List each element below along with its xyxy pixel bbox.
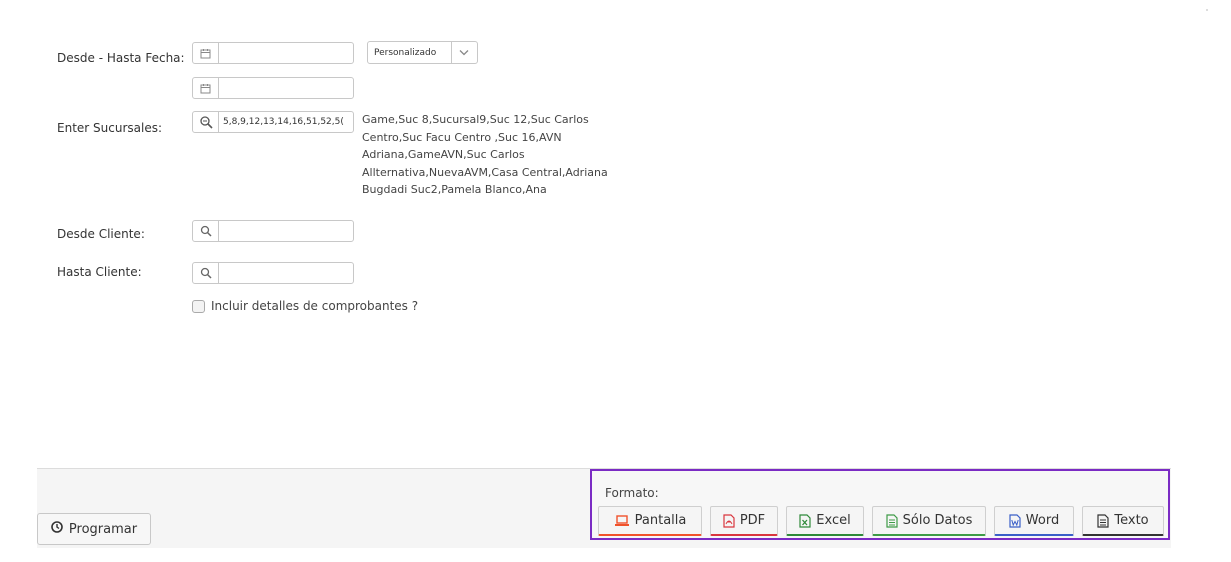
format-data-only-button[interactable]: Sólo Datos [872, 506, 986, 536]
branches-names-text: Game,Suc 8,Sucursal9,Suc 12,Suc Carlos C… [362, 113, 608, 196]
client-to-input[interactable] [219, 264, 353, 282]
date-to-input[interactable] [219, 79, 353, 97]
search-icon[interactable] [193, 221, 219, 241]
text-file-icon [1097, 513, 1109, 528]
date-from-field[interactable] [192, 42, 354, 64]
include-details-label: Incluir detalles de comprobantes ? [211, 299, 419, 313]
format-screen-label: Pantalla [634, 513, 687, 528]
format-screen-button[interactable]: Pantalla [598, 506, 702, 536]
include-details-row[interactable]: Incluir detalles de comprobantes ? [192, 299, 418, 313]
client-to-label: Hasta Cliente: [57, 265, 142, 279]
format-pdf-label: PDF [739, 513, 766, 528]
search-plus-icon[interactable] [193, 112, 219, 132]
schedule-button[interactable]: Programar [37, 513, 151, 545]
format-text-label: Texto [1114, 513, 1149, 528]
pdf-file-icon [723, 513, 735, 528]
client-from-field[interactable] [192, 220, 354, 242]
clock-icon [51, 521, 63, 537]
format-panel: Formato: Pantalla PDF Excel Sólo Datos W… [590, 469, 1170, 540]
include-details-checkbox[interactable] [192, 299, 205, 313]
format-word-label: Word [1025, 513, 1060, 528]
format-text-button[interactable]: Texto [1082, 506, 1164, 536]
format-label: Formato: [605, 486, 659, 500]
format-excel-label: Excel [816, 513, 851, 528]
data-file-icon [886, 513, 898, 528]
calendar-icon [193, 78, 219, 98]
client-to-field[interactable] [192, 262, 354, 284]
branches-input[interactable] [219, 113, 353, 131]
client-from-label: Desde Cliente: [57, 227, 145, 241]
corner-dot [1206, 9, 1208, 11]
period-select-value: Personalizado [374, 47, 437, 58]
calendar-icon [193, 43, 219, 63]
branches-field[interactable] [192, 111, 354, 133]
date-to-field[interactable] [192, 77, 354, 99]
schedule-button-label: Programar [68, 521, 138, 537]
client-from-input[interactable] [219, 222, 353, 240]
laptop-icon [614, 514, 630, 527]
date-from-input[interactable] [219, 44, 353, 62]
format-excel-button[interactable]: Excel [786, 506, 864, 536]
format-pdf-button[interactable]: PDF [710, 506, 778, 536]
excel-file-icon [799, 513, 811, 528]
date-range-label: Desde - Hasta Fecha: [57, 51, 185, 65]
branches-label: Enter Sucursales: [57, 121, 162, 135]
word-file-icon [1009, 513, 1021, 528]
format-word-button[interactable]: Word [994, 506, 1074, 536]
period-select[interactable]: Personalizado [367, 41, 478, 64]
chevron-down-icon [450, 42, 477, 63]
search-icon[interactable] [193, 263, 219, 283]
format-data-only-label: Sólo Datos [902, 513, 973, 528]
